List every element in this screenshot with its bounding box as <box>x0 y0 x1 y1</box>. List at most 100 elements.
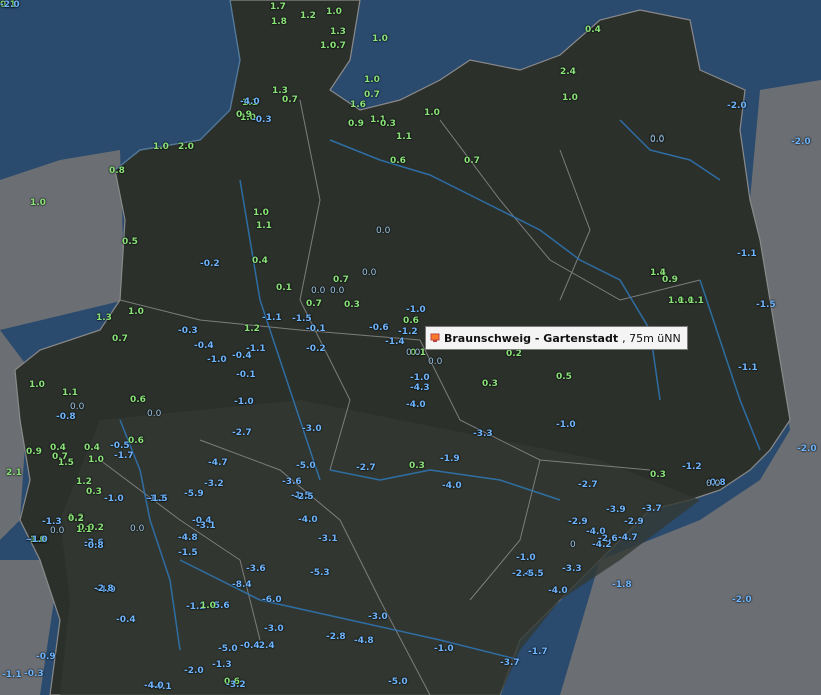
value-label: 0.4 <box>84 443 100 453</box>
value-label: -6.0 <box>262 595 282 605</box>
value-label: 0.5 <box>122 237 138 247</box>
value-label: 0.0 <box>147 409 162 419</box>
value-label: 0.6 <box>403 316 419 326</box>
value-label: 1.2 <box>244 324 260 334</box>
value-label: -3.6 <box>246 564 266 574</box>
value-label: -4.0 <box>240 97 260 107</box>
value-label: -2.8 <box>326 632 346 642</box>
tooltip-elevation: , 75m üNN <box>622 331 681 345</box>
value-label: 0.7 <box>306 299 322 309</box>
value-label: -0.4 <box>116 615 136 625</box>
value-label: 1.5 <box>58 458 74 468</box>
value-label: -1.0 <box>516 553 536 563</box>
value-label: 0.7 <box>282 95 298 105</box>
value-label: -0.8 <box>56 412 76 422</box>
value-label: -1.0 <box>207 355 227 365</box>
value-label: -5.3 <box>310 568 330 578</box>
value-label: -4.7 <box>208 458 228 468</box>
value-label: -0.5 <box>110 441 130 451</box>
value-label: -3.2 <box>204 479 224 489</box>
value-label: 1.0 <box>29 380 45 390</box>
value-label: 1.1 <box>688 296 704 306</box>
value-label: -1.0 <box>28 535 48 545</box>
value-label: -2.9 <box>568 517 588 527</box>
value-label: -3.9 <box>606 505 626 515</box>
value-label: -2.7 <box>356 463 376 473</box>
value-label: 0.3 <box>86 487 102 497</box>
tooltip-station-name: Braunschweig - Gartenstadt <box>444 331 619 345</box>
value-label: -2.0 <box>732 595 752 605</box>
value-label: 0.2 <box>506 349 522 359</box>
value-label: 0.3 <box>409 461 425 471</box>
value-label: -3.1 <box>196 521 216 531</box>
value-label: -4.0 <box>442 481 462 491</box>
value-label: 1.0 <box>30 198 46 208</box>
value-label: -1.0 <box>556 420 576 430</box>
value-label: -1.0 <box>406 305 426 315</box>
value-label: -0.6 <box>369 323 389 333</box>
value-label: -3.1 <box>318 534 338 544</box>
value-label: 0.9 <box>662 275 678 285</box>
value-label: -1.0 <box>234 397 254 407</box>
value-label: -3.3 <box>473 429 493 439</box>
value-label: -1.5 <box>756 300 776 310</box>
station-tooltip: Braunschweig - Gartenstadt , 75m üNN <box>425 326 688 350</box>
value-label: -3.0 <box>368 612 388 622</box>
value-label: -2.5 <box>294 492 314 502</box>
value-label: 1.0 <box>253 208 269 218</box>
value-label: -5.0 <box>296 461 316 471</box>
value-label: -0.3 <box>24 669 44 679</box>
value-label: -5.0 <box>388 677 408 687</box>
value-label: 0.1 <box>276 283 292 293</box>
value-label: 1.0 <box>153 142 169 152</box>
value-label: -5.0 <box>218 644 238 654</box>
value-label: 0.7 <box>112 334 128 344</box>
value-label: -2.0 <box>791 137 811 147</box>
value-label: 1.7 <box>270 2 286 12</box>
value-label: -4.0 <box>548 586 568 596</box>
value-label: 0.6 <box>390 156 406 166</box>
value-label: -1.1 <box>2 670 22 680</box>
value-label: 0 <box>570 540 576 550</box>
weather-map[interactable]: 1.7 1.2 1.0 1.8 1.3 1.0 1.0 0.7 0.4 2.4 1.0 1.0 0.7 1… <box>0 0 821 695</box>
value-label: -5.9 <box>184 489 204 499</box>
value-label: -4.8 <box>178 533 198 543</box>
value-label: -0.1 <box>236 370 256 380</box>
value-label: 1.8 <box>271 17 287 27</box>
value-label: 1.1 <box>396 132 412 142</box>
value-label: 1.2 <box>300 11 316 21</box>
value-label: -1.8 <box>612 580 632 590</box>
value-label: 0.6 <box>128 436 144 446</box>
value-label: 2.0 <box>178 142 194 152</box>
value-label: 1.0 <box>562 93 578 103</box>
value-label: -2.7 <box>232 428 252 438</box>
value-label: -2.7 <box>578 480 598 490</box>
value-label: 0.7 <box>333 275 349 285</box>
value-label: 0.0 <box>130 524 145 534</box>
value-label: -0.2 <box>200 259 220 269</box>
value-label: -4.7 <box>618 533 638 543</box>
value-label: 1.3 <box>330 27 346 37</box>
value-label: 1.1 <box>62 388 78 398</box>
value-label: 0.7 <box>364 90 380 100</box>
value-label: 1.0 <box>88 455 104 465</box>
value-label: -1.4 <box>385 337 405 347</box>
value-label: -1.1 <box>737 249 757 259</box>
value-label: 0.6 <box>130 395 146 405</box>
value-label: 1.0 <box>326 7 342 17</box>
value-label: -1.0 <box>104 494 124 504</box>
value-label: -1.2 <box>398 327 418 337</box>
value-label: 0.0 <box>70 402 85 412</box>
value-label: 0.0 <box>362 268 377 278</box>
value-label: -2.9 <box>624 517 644 527</box>
value-label: 1.0 <box>372 34 388 44</box>
value-label: -1.7 <box>114 451 134 461</box>
value-label: -4.0 <box>144 681 164 691</box>
value-label: 0.0 <box>376 226 391 236</box>
value-label: -2.0 <box>0 0 20 10</box>
value-label: -4.0 <box>298 515 318 525</box>
value-label: -1.1 <box>262 313 282 323</box>
value-label: 2.1 <box>6 468 22 478</box>
value-label: 0.9 <box>348 119 364 129</box>
value-label: -4.0 <box>406 400 426 410</box>
